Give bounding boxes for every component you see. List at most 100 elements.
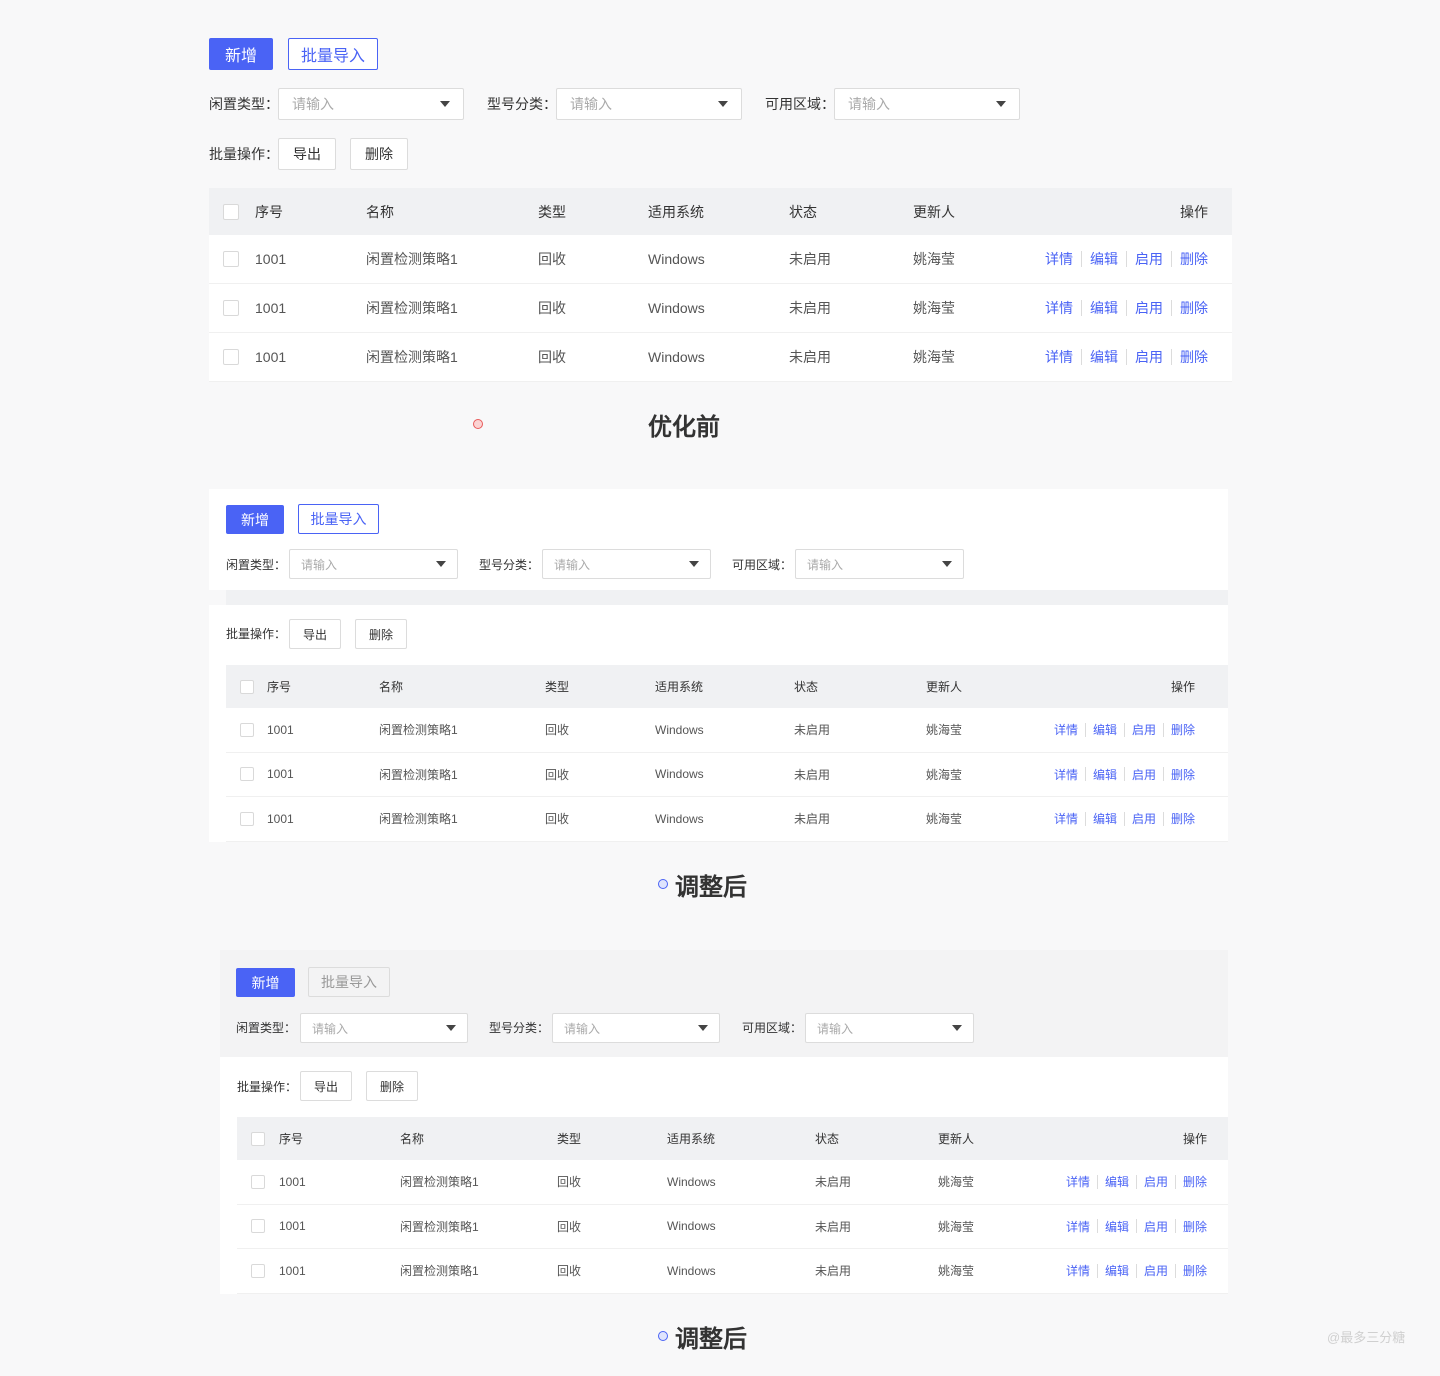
delete-link[interactable]: 删除 (1183, 1262, 1207, 1279)
batch-delete-button[interactable]: 删除 (355, 619, 407, 649)
enable-link[interactable]: 启用 (1135, 298, 1163, 318)
row-checkbox[interactable] (251, 1174, 265, 1189)
delete-link[interactable]: 删除 (1171, 810, 1195, 827)
available-area-select[interactable]: 请输入 (795, 549, 964, 579)
delete-link[interactable]: 删除 (1171, 766, 1195, 783)
row-checkbox[interactable] (223, 300, 239, 316)
model-category-select[interactable]: 请输入 (556, 88, 742, 120)
row-actions: 详情 编辑 启用 删除 (1066, 1205, 1207, 1249)
row-checkbox[interactable] (251, 1263, 265, 1278)
select-all-checkbox[interactable] (223, 203, 239, 220)
delete-link[interactable]: 删除 (1180, 249, 1208, 269)
edit-link[interactable]: 编辑 (1093, 810, 1117, 827)
export-button[interactable]: 导出 (278, 138, 336, 170)
enable-link[interactable]: 启用 (1135, 347, 1163, 367)
edit-link[interactable]: 编辑 (1105, 1218, 1129, 1235)
available-area-select[interactable]: 请输入 (834, 88, 1020, 120)
enable-link[interactable]: 启用 (1132, 810, 1156, 827)
edit-link[interactable]: 编辑 (1105, 1173, 1129, 1190)
available-area-label: 可用区域： (742, 1021, 803, 1035)
cell-updater: 姚海莹 (913, 349, 955, 365)
idle-type-select[interactable]: 请输入 (289, 549, 458, 579)
idle-type-select[interactable]: 请输入 (278, 88, 464, 120)
delete-link[interactable]: 删除 (1171, 721, 1195, 738)
edit-link[interactable]: 编辑 (1093, 766, 1117, 783)
detail-link[interactable]: 详情 (1054, 721, 1078, 738)
detail-link[interactable]: 详情 (1066, 1262, 1090, 1279)
detail-link[interactable]: 详情 (1066, 1173, 1090, 1190)
available-area-select[interactable]: 请输入 (805, 1013, 974, 1043)
model-category-select[interactable]: 请输入 (552, 1013, 720, 1043)
batch-import-button[interactable]: 批量导入 (288, 38, 378, 70)
action-separator (1081, 251, 1082, 267)
red-dot-icon (473, 419, 483, 429)
enable-link[interactable]: 启用 (1144, 1262, 1168, 1279)
batch-import-button[interactable]: 批量导入 (298, 504, 379, 534)
enable-link[interactable]: 启用 (1132, 766, 1156, 783)
cell-name: 闲置检测策略1 (379, 767, 458, 782)
idle-type-select[interactable]: 请输入 (300, 1013, 468, 1043)
chevron-down-icon (446, 1025, 456, 1031)
enable-link[interactable]: 启用 (1132, 721, 1156, 738)
row-checkbox[interactable] (240, 767, 254, 782)
col-header-os: 适用系统 (648, 203, 704, 220)
delete-link[interactable]: 删除 (1180, 298, 1208, 318)
cell-os: Windows (667, 1263, 716, 1278)
delete-link[interactable]: 删除 (1180, 347, 1208, 367)
blue-dot-icon (658, 879, 668, 889)
batch-import-button[interactable]: 批量导入 (308, 967, 390, 997)
action-separator (1081, 349, 1082, 365)
cell-id: 1001 (255, 300, 287, 316)
select-all-checkbox[interactable] (240, 679, 254, 694)
select-all-checkbox[interactable] (251, 1131, 265, 1146)
action-separator (1162, 767, 1164, 782)
enable-link[interactable]: 启用 (1144, 1173, 1168, 1190)
chevron-down-icon (996, 101, 1006, 107)
detail-link[interactable]: 详情 (1054, 810, 1078, 827)
row-actions: 详情 编辑 启用 删除 (1066, 1249, 1207, 1293)
enable-link[interactable]: 启用 (1135, 249, 1163, 269)
available-area-placeholder: 请输入 (807, 557, 844, 572)
enable-link[interactable]: 启用 (1144, 1218, 1168, 1235)
row-checkbox[interactable] (223, 349, 239, 365)
model-category-select[interactable]: 请输入 (542, 549, 711, 579)
idle-type-label: 闲置类型： (236, 1021, 297, 1035)
edit-link[interactable]: 编辑 (1090, 298, 1118, 318)
row-checkbox[interactable] (251, 1219, 265, 1234)
detail-link[interactable]: 详情 (1045, 249, 1073, 269)
table-row: 1001 闲置检测策略1 回收 Windows 未启用 姚海莹 详情 编辑 启用 删除 (226, 752, 1228, 797)
data-table: 序号 名称 类型 适用系统 状态 更新人 操作 1001 闲置检测策略1 回收 Win… (237, 1117, 1228, 1294)
detail-link[interactable]: 详情 (1045, 347, 1073, 367)
add-button[interactable]: 新增 (209, 38, 273, 70)
row-checkbox[interactable] (223, 251, 239, 267)
delete-link[interactable]: 删除 (1183, 1218, 1207, 1235)
cell-name: 闲置检测策略1 (400, 1264, 479, 1279)
watermark: @最多三分糖 (1327, 1330, 1406, 1345)
table-row: 1001 闲置检测策略1 回收 Windows 未启用 姚海莹 详情 编辑 启用 删除 (237, 1204, 1228, 1249)
chevron-down-icon (718, 101, 728, 107)
export-button[interactable]: 导出 (289, 619, 341, 649)
add-button[interactable]: 新增 (236, 968, 295, 997)
edit-link[interactable]: 编辑 (1090, 347, 1118, 367)
idle-type-label: 闲置类型： (209, 96, 279, 112)
batch-delete-button[interactable]: 删除 (366, 1071, 418, 1101)
col-header-updater: 更新人 (938, 1132, 975, 1146)
detail-link[interactable]: 详情 (1066, 1218, 1090, 1235)
row-checkbox[interactable] (240, 811, 254, 826)
available-area-placeholder: 请输入 (848, 96, 890, 112)
chevron-down-icon (698, 1025, 708, 1031)
delete-link[interactable]: 删除 (1183, 1173, 1207, 1190)
edit-link[interactable]: 编辑 (1105, 1262, 1129, 1279)
edit-link[interactable]: 编辑 (1090, 249, 1118, 269)
edit-link[interactable]: 编辑 (1093, 721, 1117, 738)
cell-os: Windows (667, 1219, 716, 1234)
add-button[interactable]: 新增 (226, 505, 284, 534)
row-checkbox[interactable] (240, 722, 254, 737)
cell-name: 闲置检测策略1 (379, 723, 458, 738)
cell-type: 回收 (545, 723, 570, 738)
col-header-type: 类型 (545, 680, 570, 694)
export-button[interactable]: 导出 (300, 1071, 352, 1101)
detail-link[interactable]: 详情 (1045, 298, 1073, 318)
batch-delete-button[interactable]: 删除 (350, 138, 408, 170)
detail-link[interactable]: 详情 (1054, 766, 1078, 783)
